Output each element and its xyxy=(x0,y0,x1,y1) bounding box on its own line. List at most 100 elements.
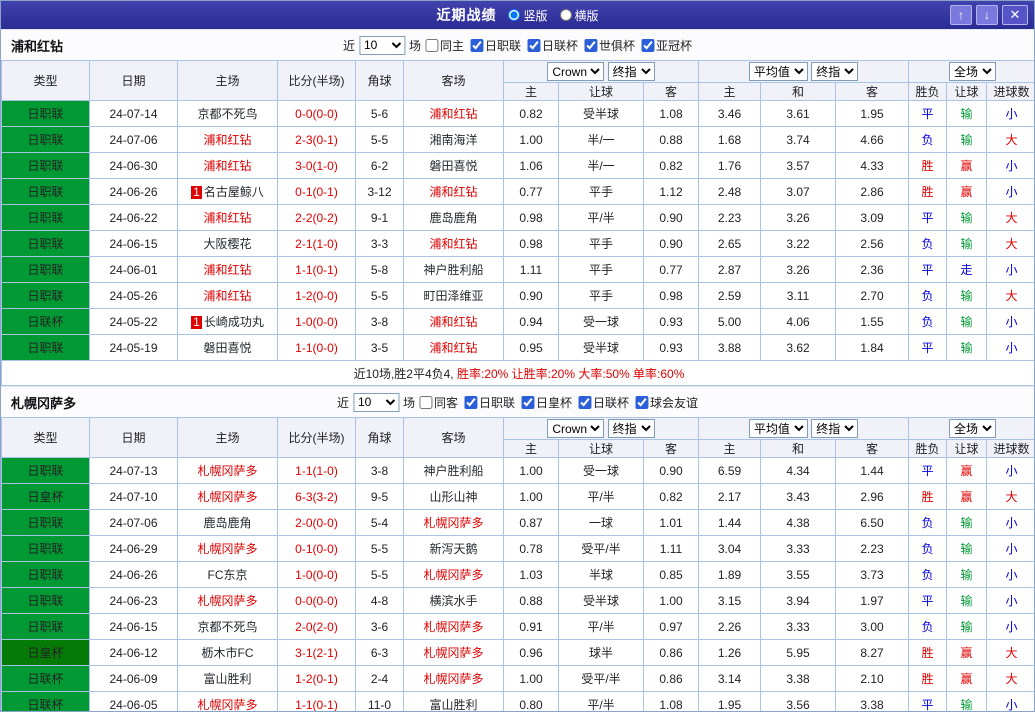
odds-time-select[interactable]: 终指 xyxy=(607,419,655,438)
result-handicap: 赢 xyxy=(946,665,988,692)
match-row: 日职联 24-06-15 京都不死鸟 2-0(2-0) 3-6 札幌冈萨多 0.91 平/半 0… xyxy=(1,613,1034,640)
avg-time-select[interactable]: 终指 xyxy=(811,419,859,438)
filter-checkbox[interactable] xyxy=(469,38,483,52)
match-row: 日职联 24-06-23 札幌冈萨多 0-0(0-0) 4-8 横滨水手 0.88 受半球 1.… xyxy=(1,587,1034,614)
avg-company-select[interactable]: 平均值 xyxy=(748,62,808,81)
result-goals: 小 xyxy=(986,308,1034,335)
filter-checkbox[interactable] xyxy=(463,395,477,409)
filter-checkbox[interactable] xyxy=(641,38,655,52)
result-goals: 大 xyxy=(986,639,1034,666)
vertical-layout-radio[interactable] xyxy=(508,9,521,21)
col-header-date: 日期 xyxy=(89,60,178,101)
period-select[interactable]: 全场 xyxy=(949,62,997,81)
match-date: 24-06-09 xyxy=(89,665,178,692)
avg-time-select[interactable]: 终指 xyxy=(811,62,859,81)
sub-header-handicap-result: 让球 xyxy=(946,439,988,458)
odds-company-select[interactable]: Crown xyxy=(547,62,605,81)
result-handicap: 输 xyxy=(946,587,988,614)
competition-filter[interactable]: 日职联 xyxy=(469,37,521,54)
odds-time-select[interactable]: 终指 xyxy=(607,62,655,81)
away-team: 札幌冈萨多 xyxy=(403,613,504,640)
match-date: 24-05-19 xyxy=(89,334,178,361)
match-count-select[interactable]: 10 xyxy=(358,35,405,55)
avg-odds-home: 1.76 xyxy=(698,152,762,179)
handicap-odds-home: 0.96 xyxy=(503,639,559,666)
filter-checkbox[interactable] xyxy=(521,395,535,409)
close-button[interactable]: ✕ xyxy=(1002,5,1028,25)
period-select[interactable]: 全场 xyxy=(949,419,997,438)
sub-header-avg-away: 客 xyxy=(835,82,910,101)
result-outcome: 负 xyxy=(908,282,948,309)
competition-filter[interactable]: 日联杯 xyxy=(527,37,578,54)
sub-header-handicap: 让球 xyxy=(558,82,644,101)
match-count-select[interactable]: 10 xyxy=(352,392,399,412)
avg-company-select[interactable]: 平均值 xyxy=(748,419,808,438)
competition-filter[interactable]: 世俱杯 xyxy=(584,37,635,54)
competition-filter[interactable]: 球会友谊 xyxy=(635,394,698,411)
handicap-odds-away: 0.86 xyxy=(642,639,700,666)
filter-checkbox[interactable] xyxy=(635,395,649,409)
match-score: 2-0(2-0) xyxy=(277,613,356,640)
home-team: 札幌冈萨多 xyxy=(177,457,278,484)
filter-checkbox[interactable] xyxy=(584,38,598,52)
competition-filter[interactable]: 日皇杯 xyxy=(521,394,572,411)
home-team: 浦和红钻 xyxy=(177,204,278,231)
avg-source-header: 平均值 终指 xyxy=(698,60,910,83)
home-team: 京都不死鸟 xyxy=(177,613,278,640)
period-header: 全场 xyxy=(908,60,1034,83)
match-date: 24-06-23 xyxy=(89,587,178,614)
sub-header-goals: 进球数 xyxy=(986,439,1034,458)
layout-option-horizontal[interactable]: 横版 xyxy=(559,7,599,24)
match-type-badge: 日皇杯 xyxy=(1,639,90,666)
match-type-badge: 日职联 xyxy=(1,613,90,640)
filter-checkbox[interactable] xyxy=(578,395,592,409)
handicap-odds-away: 0.97 xyxy=(642,613,700,640)
avg-source-header: 平均值 终指 xyxy=(698,417,910,440)
layout-option-vertical[interactable]: 竖版 xyxy=(508,7,548,24)
result-handicap: 输 xyxy=(946,230,988,257)
competition-filter[interactable]: 日职联 xyxy=(463,394,515,411)
competition-filter[interactable]: 同客 xyxy=(418,394,458,411)
result-handicap: 输 xyxy=(946,561,988,588)
competition-checkbox-group: 同主 日职联 日联杯 世俱杯 亚冠杯 xyxy=(424,37,692,54)
match-date: 24-06-26 xyxy=(89,561,178,588)
odds-company-select[interactable]: Crown xyxy=(547,419,605,438)
match-date: 24-06-05 xyxy=(89,691,178,711)
result-outcome: 胜 xyxy=(908,483,948,510)
scroll-up-button[interactable]: ↑ xyxy=(950,5,972,25)
result-goals: 小 xyxy=(986,587,1034,614)
handicap-odds-home: 0.94 xyxy=(503,308,559,335)
home-team: 1 长崎成功丸 xyxy=(177,308,278,335)
corner-count: 5-6 xyxy=(355,100,404,127)
filter-checkbox[interactable] xyxy=(418,395,432,409)
avg-odds-away: 4.33 xyxy=(835,152,910,179)
horizontal-layout-radio[interactable] xyxy=(559,9,572,21)
games-label: 场 xyxy=(402,395,415,410)
handicap-line: 一球 xyxy=(558,509,644,536)
match-date: 24-07-06 xyxy=(89,126,178,153)
handicap-odds-away: 0.88 xyxy=(642,126,700,153)
away-team: 神户胜利船 xyxy=(403,457,504,484)
competition-filter[interactable]: 同主 xyxy=(424,37,464,54)
filter-label: 日联杯 xyxy=(542,38,579,53)
result-outcome: 平 xyxy=(908,691,948,711)
vertical-layout-label: 竖版 xyxy=(523,8,548,23)
sub-header-avg-home: 主 xyxy=(698,82,762,101)
result-outcome: 负 xyxy=(908,308,948,335)
handicap-odds-away: 1.08 xyxy=(642,100,700,127)
match-score: 0-1(0-1) xyxy=(277,178,356,205)
avg-odds-away: 2.86 xyxy=(835,178,910,205)
away-team: 山形山神 xyxy=(403,483,504,510)
competition-filter[interactable]: 日联杯 xyxy=(578,394,629,411)
window-buttons: ↑ ↓ ✕ xyxy=(950,5,1034,25)
match-row: 日职联 24-07-14 京都不死鸟 0-0(0-0) 5-6 浦和红钻 0.82 受半球 1.… xyxy=(1,100,1034,127)
competition-filter[interactable]: 亚冠杯 xyxy=(641,37,692,54)
result-handicap: 输 xyxy=(946,282,988,309)
result-handicap: 输 xyxy=(946,308,988,335)
filter-checkbox[interactable] xyxy=(527,38,541,52)
handicap-odds-away: 0.90 xyxy=(642,204,700,231)
match-date: 24-07-13 xyxy=(89,457,178,484)
odds-source-header: Crown 终指 xyxy=(502,417,700,440)
filter-checkbox[interactable] xyxy=(424,38,438,52)
scroll-down-button[interactable]: ↓ xyxy=(976,5,998,25)
